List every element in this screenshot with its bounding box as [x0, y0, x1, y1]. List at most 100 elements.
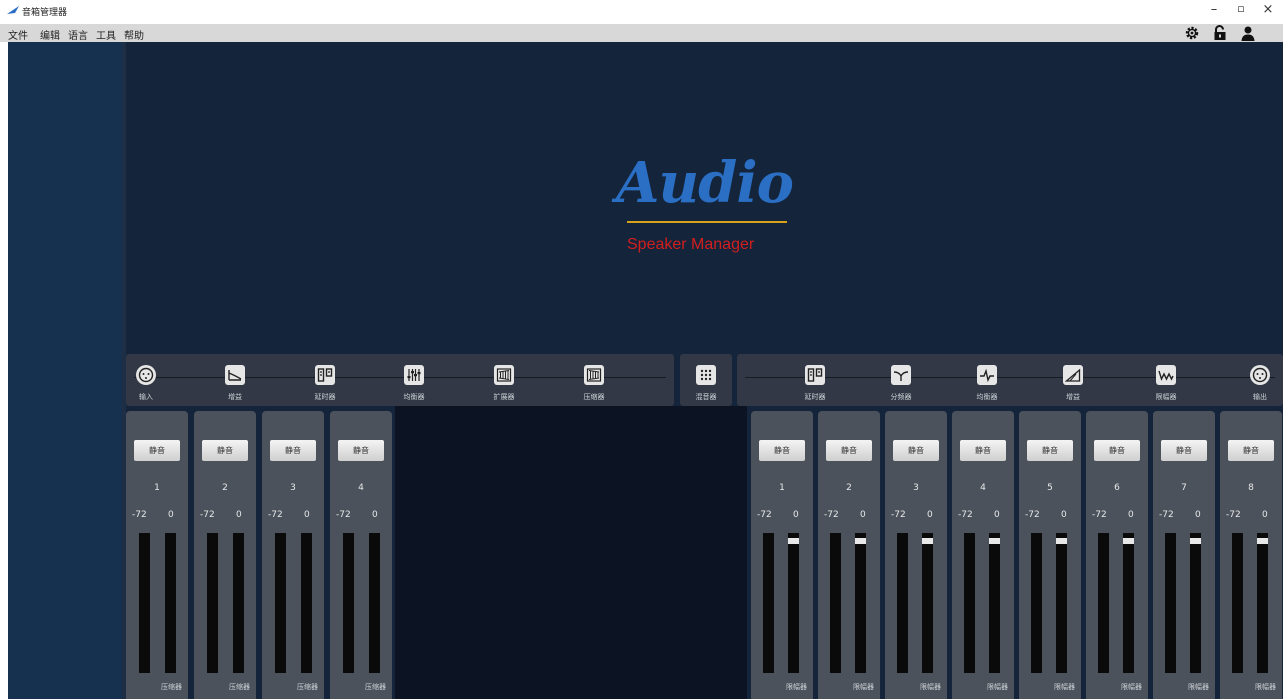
strip-footer-label[interactable]: 限幅器	[1086, 682, 1142, 692]
menu-language[interactable]: 语言	[68, 27, 88, 42]
level-meter	[301, 533, 312, 673]
level-meter	[1123, 533, 1134, 673]
chain-node-gain[interactable]: 增益	[215, 365, 255, 405]
strip-footer-label[interactable]: 限幅器	[751, 682, 807, 692]
chain-node-label: 输入	[139, 393, 153, 401]
input-channel-strip-1: 静音 1 -72 0 压缩器	[126, 411, 188, 699]
range-min: -72	[200, 510, 215, 520]
mute-button[interactable]: 静音	[960, 440, 1006, 461]
range-max: 0	[994, 510, 1000, 520]
range-max: 0	[1061, 510, 1067, 520]
user-icon[interactable]	[1240, 25, 1256, 41]
channel-number: 1	[154, 483, 160, 493]
channel-number: 3	[290, 483, 296, 493]
chain-node-output[interactable]: 输出	[1240, 365, 1280, 405]
level-meter	[207, 533, 218, 673]
equalizer-icon	[404, 365, 424, 385]
chain-node-equalizer-out[interactable]: 均衡器	[967, 365, 1007, 405]
range-max: 0	[793, 510, 799, 520]
level-meter	[343, 533, 354, 673]
level-meter	[1257, 533, 1268, 673]
mute-button[interactable]: 静音	[759, 440, 805, 461]
strip-footer-label[interactable]: 压缩器	[126, 682, 182, 692]
strip-footer-label[interactable]: 限幅器	[1153, 682, 1209, 692]
level-meter	[788, 533, 799, 673]
chain-node-label: 均衡器	[403, 393, 425, 401]
meter-cap	[989, 538, 1000, 544]
level-meter	[1056, 533, 1067, 673]
strip-footer-label[interactable]: 压缩器	[262, 682, 318, 692]
chain-node-mixer[interactable]: 混音器	[686, 365, 726, 405]
mute-button[interactable]: 静音	[202, 440, 248, 461]
mute-button[interactable]: 静音	[338, 440, 384, 461]
range-min: -72	[1025, 510, 1040, 520]
range-max: 0	[1262, 510, 1268, 520]
level-meter	[964, 533, 975, 673]
chain-node-delay-out[interactable]: 延时器	[795, 365, 835, 405]
equalizer-icon	[977, 365, 997, 385]
mute-button[interactable]: 静音	[826, 440, 872, 461]
chain-node-label: 扩展器	[493, 393, 515, 401]
minimize-button[interactable]: –	[1204, 2, 1224, 17]
logo-audio-text: Audio	[616, 150, 794, 216]
mute-button[interactable]: 静音	[134, 440, 180, 461]
chain-node-input[interactable]: 输入	[126, 365, 166, 405]
menu-help[interactable]: 帮助	[124, 27, 144, 42]
compressor-icon	[584, 365, 604, 385]
maximize-button[interactable]: ▫	[1231, 2, 1251, 15]
range-max: 0	[372, 510, 378, 520]
meter-cap	[855, 538, 866, 544]
mute-button[interactable]: 静音	[1161, 440, 1207, 461]
menu-file[interactable]: 文件	[8, 27, 28, 42]
title-bar: 音箱管理器 – ▫ ×	[0, 0, 1283, 24]
chain-node-label: 增益	[1066, 393, 1080, 401]
output-channel-strip-6: 静音 6 -72 0 限幅器	[1086, 411, 1148, 699]
mute-button[interactable]: 静音	[1027, 440, 1073, 461]
chain-node-limiter[interactable]: 限幅器	[1146, 365, 1186, 405]
chain-node-label: 均衡器	[976, 393, 998, 401]
channel-number: 5	[1047, 483, 1053, 493]
strip-footer-label[interactable]: 限幅器	[1220, 682, 1276, 692]
output-channel-strip-3: 静音 3 -72 0 限幅器	[885, 411, 947, 699]
close-button[interactable]: ×	[1258, 2, 1278, 17]
mute-button[interactable]: 静音	[1094, 440, 1140, 461]
range-min: -72	[1092, 510, 1107, 520]
chain-node-label: 混音器	[695, 393, 717, 401]
range-min: -72	[891, 510, 906, 520]
range-max: 0	[860, 510, 866, 520]
chain-node-expander[interactable]: 扩展器	[484, 365, 524, 405]
mute-button[interactable]: 静音	[893, 440, 939, 461]
menu-edit[interactable]: 编辑	[40, 27, 60, 42]
range-min: -72	[824, 510, 839, 520]
gear-icon[interactable]	[1184, 25, 1200, 41]
level-meter	[830, 533, 841, 673]
unlock-icon[interactable]	[1212, 25, 1228, 41]
range-min: -72	[1226, 510, 1241, 520]
range-max: 0	[236, 510, 242, 520]
output-channel-strip-2: 静音 2 -72 0 限幅器	[818, 411, 880, 699]
app-logo-icon	[7, 6, 19, 14]
strip-footer-label[interactable]: 限幅器	[952, 682, 1008, 692]
chain-node-equalizer[interactable]: 均衡器	[394, 365, 434, 405]
level-meter	[1165, 533, 1176, 673]
strip-footer-label[interactable]: 限幅器	[885, 682, 941, 692]
range-max: 0	[168, 510, 174, 520]
menu-tools[interactable]: 工具	[96, 27, 116, 42]
meter-cap	[1056, 538, 1067, 544]
mute-button[interactable]: 静音	[1228, 440, 1274, 461]
mute-button[interactable]: 静音	[270, 440, 316, 461]
chain-node-label: 压缩器	[583, 393, 605, 401]
channel-number: 7	[1181, 483, 1187, 493]
level-meter	[275, 533, 286, 673]
level-meter	[1098, 533, 1109, 673]
range-min: -72	[757, 510, 772, 520]
strip-footer-label[interactable]: 限幅器	[1019, 682, 1075, 692]
chain-node-delay[interactable]: 延时器	[305, 365, 345, 405]
level-meter	[922, 533, 933, 673]
chain-node-gain-out[interactable]: 增益	[1053, 365, 1093, 405]
strip-footer-label[interactable]: 限幅器	[818, 682, 874, 692]
chain-node-compressor[interactable]: 压缩器	[574, 365, 614, 405]
strip-footer-label[interactable]: 压缩器	[330, 682, 386, 692]
chain-node-crossover[interactable]: 分频器	[881, 365, 921, 405]
strip-footer-label[interactable]: 压缩器	[194, 682, 250, 692]
